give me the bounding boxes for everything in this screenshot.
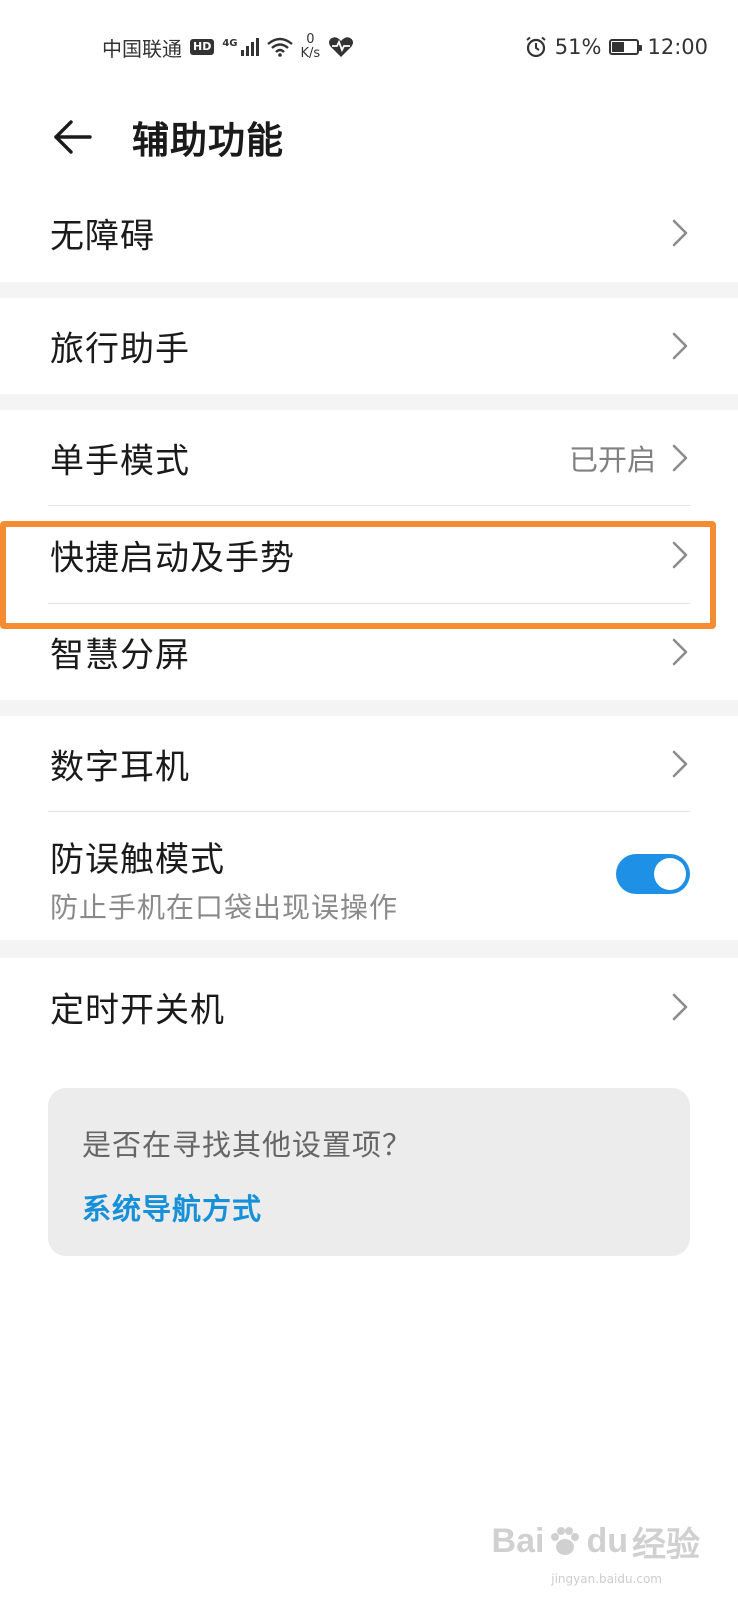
clock: 12:00 [647, 35, 708, 59]
chevron-right-icon [672, 750, 688, 778]
carrier-name: 中国联通 [102, 36, 182, 61]
watermark-brand-mid: du [586, 1522, 628, 1560]
row-label: 定时开关机 [50, 990, 225, 1031]
row-digital-headset[interactable]: 数字耳机 [0, 716, 738, 812]
row-status: 已开启 [568, 443, 656, 477]
back-button[interactable] [40, 104, 106, 170]
row-label: 旅行助手 [50, 329, 190, 370]
row-label: 快捷启动及手势 [50, 538, 295, 579]
row-split-screen[interactable]: 智慧分屏 [0, 604, 738, 700]
wifi-icon [266, 37, 293, 57]
chevron-right-icon [672, 332, 688, 360]
network-type: 4G [222, 38, 238, 49]
baidu-watermark: Bai du 经验 [492, 1517, 700, 1566]
row-title: 防误触模式 [50, 840, 225, 880]
chevron-right-icon [672, 993, 688, 1021]
net-speed: 0 K/s [301, 33, 321, 61]
chevron-right-icon [672, 219, 688, 247]
back-arrow-icon [54, 120, 92, 154]
row-label: 智慧分屏 [50, 635, 190, 676]
suggestion-card: 是否在寻找其他设置项？ 系统导航方式 [48, 1088, 690, 1256]
watermark-brand: Bai [491, 1522, 545, 1560]
battery-percent: 51% [554, 35, 602, 59]
settings-group-accessibility: 无障碍 [0, 184, 738, 282]
app-header: 辅助功能 [0, 92, 738, 184]
hd-badge: HD [190, 39, 215, 55]
net-speed-value: 0 [306, 32, 315, 47]
settings-group-devices: 数字耳机 防误触模式 防止手机在口袋出现误操作 [0, 716, 738, 940]
page-title: 辅助功能 [132, 119, 284, 162]
battery-icon [609, 39, 643, 55]
row-label: 单手模式 [50, 441, 190, 482]
toggle-knob [654, 858, 686, 890]
row-accessibility[interactable]: 无障碍 [0, 184, 738, 282]
status-left: 中国联通 HD 4G 0 K/s [102, 30, 354, 64]
suggestion-question: 是否在寻找其他设置项？ [82, 1128, 413, 1162]
status-bar: 中国联通 HD 4G 0 K/s 51% 12:00 [0, 0, 738, 92]
chevron-right-icon [672, 444, 688, 472]
row-label: 无障碍 [50, 216, 155, 257]
settings-group-modes: 单手模式 已开启 快捷启动及手势 智慧分屏 [0, 410, 738, 700]
chevron-right-icon [672, 638, 688, 666]
paw-icon [551, 1526, 580, 1555]
settings-group-travel: 旅行助手 [0, 298, 738, 394]
pocket-mode-toggle[interactable] [616, 854, 690, 894]
row-travel-assistant[interactable]: 旅行助手 [0, 298, 738, 394]
settings-group-power: 定时开关机 [0, 958, 738, 1056]
chevron-right-icon [672, 541, 688, 569]
watermark-brand-cn: 经验 [632, 1526, 700, 1564]
system-navigation-link[interactable]: 系统导航方式 [82, 1186, 262, 1228]
health-heart-icon [329, 37, 354, 57]
settings-page: 中国联通 HD 4G 0 K/s 51% 12:00 辅助功能 无障碍 旅行助手… [0, 0, 738, 1600]
row-label: 数字耳机 [50, 747, 190, 788]
signal-icon: 4G [222, 38, 259, 56]
status-right: 51% 12:00 [525, 30, 708, 64]
row-subtitle: 防止手机在口袋出现误操作 [50, 891, 399, 924]
net-speed-unit: K/s [300, 46, 321, 61]
row-one-hand-mode[interactable]: 单手模式 已开启 [0, 410, 738, 506]
row-shortcuts-gestures[interactable]: 快捷启动及手势 [0, 506, 738, 604]
alarm-icon [526, 36, 546, 58]
row-scheduled-power[interactable]: 定时开关机 [0, 958, 738, 1056]
watermark-url: jingyan.baidu.com [551, 1572, 662, 1586]
row-pocket-mode[interactable]: 防误触模式 防止手机在口袋出现误操作 [0, 812, 738, 940]
